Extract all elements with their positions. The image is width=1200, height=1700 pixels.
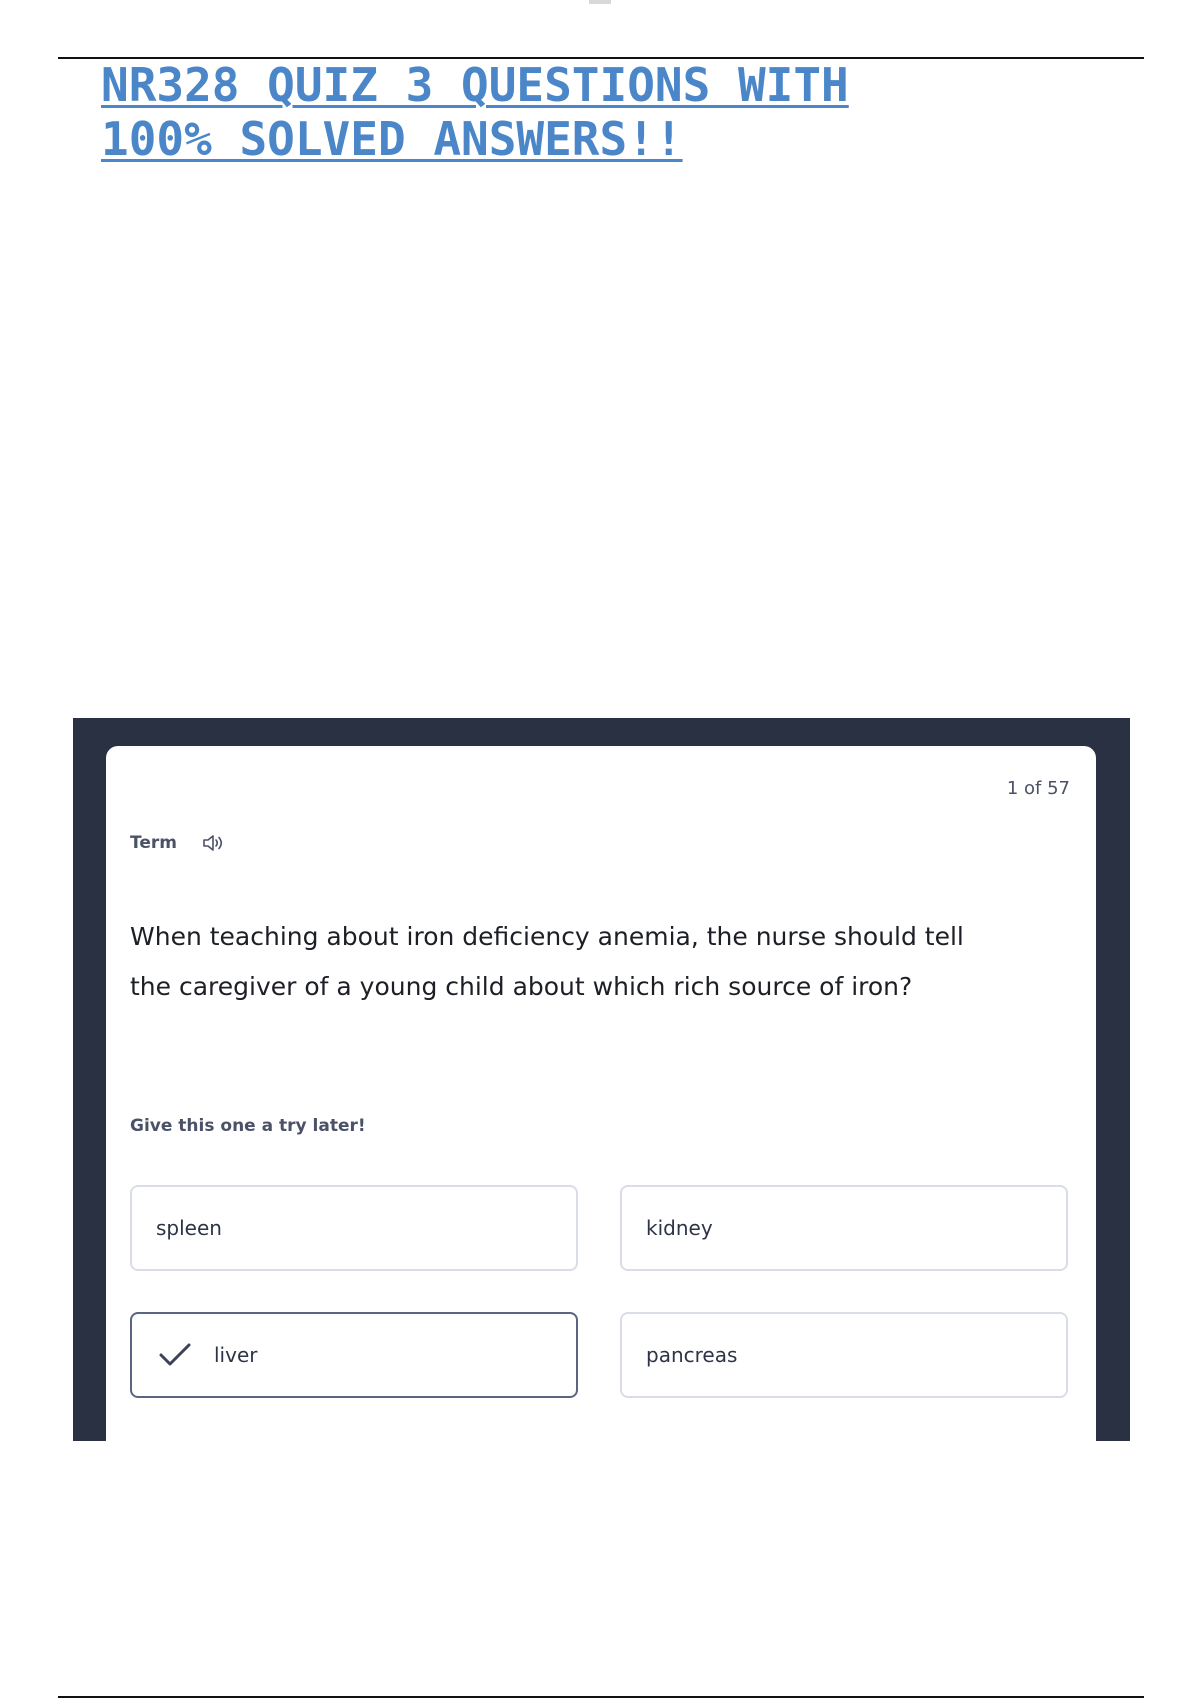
answer-option-label: spleen [156, 1216, 222, 1240]
footer-rule [58, 1696, 1144, 1698]
speaker-icon[interactable] [201, 832, 225, 854]
page-top-tab [589, 0, 611, 4]
answer-option-pancreas[interactable]: pancreas [620, 1312, 1068, 1398]
question-text: When teaching about iron deficiency anem… [130, 922, 964, 1001]
answer-option-label: pancreas [646, 1343, 738, 1367]
title-line-1: NR328 QUIZ 3 QUESTIONS WITH [101, 58, 849, 112]
answer-option-label: liver [214, 1343, 258, 1367]
answer-option-liver[interactable]: liver [130, 1312, 578, 1398]
checkmark-icon [158, 1341, 192, 1369]
term-header: Term [130, 832, 225, 854]
hint-text: Give this one a try later! [130, 1116, 366, 1136]
card-counter: 1 of 57 [1006, 778, 1070, 799]
answer-option-spleen[interactable]: spleen [130, 1185, 578, 1271]
term-label: Term [130, 833, 177, 853]
document-title: NR328 QUIZ 3 QUESTIONS WITH 100% SOLVED … [101, 58, 1101, 166]
flashcard: 1 of 57 Term When teaching about iron de… [106, 746, 1096, 1441]
title-line-2: 100% SOLVED ANSWERS!! [101, 112, 683, 166]
answer-option-label: kidney [646, 1216, 713, 1240]
answer-option-kidney[interactable]: kidney [620, 1185, 1068, 1271]
flashcard-screenshot-frame: 1 of 57 Term When teaching about iron de… [73, 718, 1130, 1441]
